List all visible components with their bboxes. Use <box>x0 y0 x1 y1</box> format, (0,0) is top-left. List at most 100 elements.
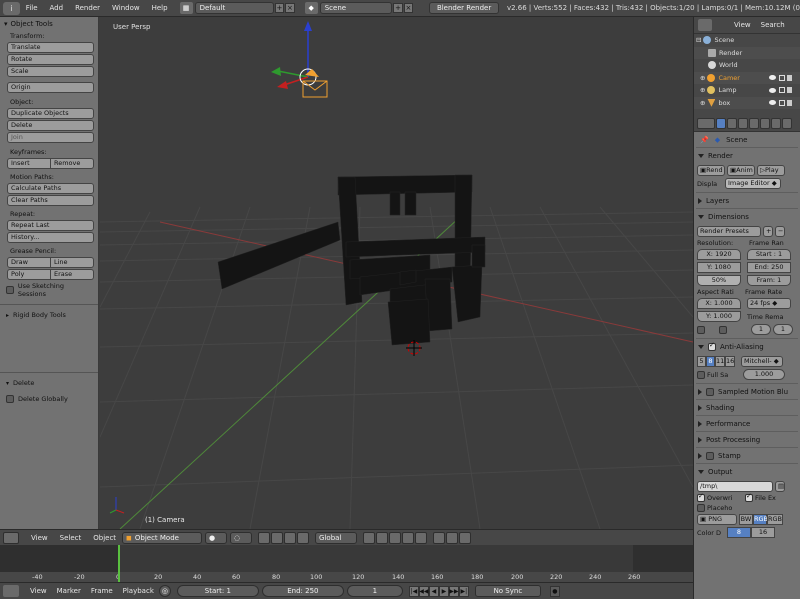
snap-element-icon[interactable] <box>446 531 459 544</box>
keyframe-type-icon[interactable]: ◎ <box>158 585 171 597</box>
placeholders-checkbox[interactable] <box>697 504 705 512</box>
menu-render[interactable]: Render <box>75 4 100 12</box>
outliner-row-camera[interactable]: ⊕ Camer <box>694 71 800 84</box>
editor-type-outliner-icon[interactable] <box>698 19 712 31</box>
outliner-view-menu[interactable]: View <box>734 21 751 29</box>
outliner-row-box[interactable]: ⊕ box <box>694 96 800 109</box>
stamp-checkbox[interactable] <box>706 451 714 460</box>
layer-5-button[interactable] <box>415 531 428 544</box>
bw-option[interactable]: BW <box>739 514 753 525</box>
overwrite-checkbox[interactable] <box>697 492 705 502</box>
screen-layout-icon[interactable]: ▦ <box>179 2 193 14</box>
color-depth-selector[interactable]: 8 16 <box>727 527 775 538</box>
use-sketching-checkbox[interactable]: Use Sketching Sessions <box>6 282 92 298</box>
file-extensions-checkbox[interactable] <box>745 492 753 502</box>
add-layout-icon[interactable]: + <box>274 3 285 13</box>
pivot-dropdown[interactable]: ◌ <box>230 531 253 544</box>
aa-16-option[interactable]: 16 <box>725 356 735 367</box>
frame-end-field[interactable]: End: 250 <box>747 262 791 273</box>
duplicate-objects-button[interactable]: Duplicate Objects <box>7 108 94 119</box>
resolution-y-field[interactable]: Y: 1080 <box>697 262 741 273</box>
sampled-motion-blur-panel-header[interactable]: Sampled Motion Blu <box>694 384 800 399</box>
object-tab-icon[interactable] <box>749 117 759 129</box>
frame-start-field[interactable]: Start : 1 <box>747 249 791 260</box>
visibility-eye-icon[interactable] <box>769 100 776 106</box>
render-camera-icon[interactable] <box>787 99 792 106</box>
render-animation-button[interactable]: ▣Anim <box>727 165 755 176</box>
origin-button[interactable]: Origin <box>7 82 94 93</box>
timeline-area[interactable]: -40 -20 0 20 40 60 80 100 120 140 160 18… <box>0 545 800 582</box>
layout-field[interactable]: Default <box>194 2 274 14</box>
data-tab-icon[interactable] <box>782 117 792 129</box>
repeat-last-button[interactable]: Repeat Last <box>7 220 94 231</box>
add-preset-button[interactable]: + <box>763 226 773 237</box>
delete-globally-checkbox[interactable]: Delete Globally <box>6 395 92 403</box>
outliner-row-world[interactable]: World <box>694 59 800 72</box>
erase-button[interactable]: Erase <box>51 269 94 280</box>
aa-5-option[interactable]: 5 <box>697 356 706 367</box>
stamp-panel-header[interactable]: Stamp <box>694 448 800 463</box>
draw-button[interactable]: Draw <box>7 257 51 268</box>
translate-button[interactable]: Translate <box>7 42 94 53</box>
select-menu[interactable]: Select <box>60 534 82 542</box>
select-arrow-icon[interactable] <box>779 87 785 94</box>
frame-rate-dropdown[interactable]: 24 fps ◆ <box>747 298 791 309</box>
outliner-row-scene[interactable]: ⊟ Scene <box>694 34 800 47</box>
viewport-scene[interactable] <box>100 17 693 529</box>
join-button[interactable]: Join <box>7 132 94 143</box>
jump-end-icon[interactable]: ▶| <box>458 585 469 597</box>
editor-type-3d-icon[interactable] <box>3 531 19 544</box>
select-arrow-icon[interactable] <box>779 74 785 81</box>
playback-menu[interactable]: Playback <box>123 587 154 595</box>
orientation-dropdown[interactable]: Global <box>315 531 358 544</box>
scene-field[interactable]: Scene <box>319 2 393 14</box>
scene-icon[interactable]: ◆ <box>304 2 318 14</box>
scale-manip-icon[interactable] <box>297 531 310 544</box>
frame-menu[interactable]: Frame <box>91 587 113 595</box>
editor-type-icon[interactable]: i <box>3 1 20 15</box>
layer-1-button[interactable] <box>363 531 376 544</box>
mode-dropdown[interactable]: ◼ Object Mode <box>122 531 203 544</box>
menu-file[interactable]: File <box>26 4 38 12</box>
aspect-y-field[interactable]: Y: 1.000 <box>697 311 741 322</box>
line-button[interactable]: Line <box>51 257 94 268</box>
view-menu[interactable]: View <box>31 534 48 542</box>
remove-layout-icon[interactable]: × <box>285 3 295 13</box>
3d-viewport[interactable]: User Persp (1) Camera <box>100 17 693 529</box>
aa-11-option[interactable]: 11 <box>715 356 725 367</box>
time-old-field[interactable]: 1 <box>751 324 771 335</box>
scene-tab-icon[interactable] <box>727 117 737 129</box>
play-reverse-icon[interactable]: ◀ <box>428 585 439 597</box>
display-dropdown[interactable]: Image Editor ◆ <box>725 178 781 189</box>
rotate-button[interactable]: Rotate <box>7 54 94 65</box>
render-panel-header[interactable]: Render <box>694 148 800 163</box>
snap-icon[interactable] <box>433 531 446 544</box>
render-camera-icon[interactable] <box>787 87 792 94</box>
layer-3-button[interactable] <box>389 531 402 544</box>
prev-keyframe-icon[interactable]: ◀◀ <box>418 585 429 597</box>
menu-window[interactable]: Window <box>112 4 140 12</box>
resolution-percentage-slider[interactable]: 50% <box>697 275 741 286</box>
object-menu[interactable]: Object <box>93 534 116 542</box>
sync-dropdown[interactable]: No Sync <box>474 585 541 597</box>
time-new-field[interactable]: 1 <box>773 324 793 335</box>
motion-blur-checkbox[interactable] <box>706 387 714 396</box>
layer-2-button[interactable] <box>376 531 389 544</box>
frame-step-field[interactable]: Fram: 1 <box>747 275 791 286</box>
remove-scene-icon[interactable]: × <box>403 3 414 13</box>
remove-preset-button[interactable]: − <box>775 226 785 237</box>
menu-add[interactable]: Add <box>50 4 64 12</box>
editor-type-properties-icon[interactable] <box>697 117 715 129</box>
jump-start-icon[interactable]: |◀ <box>408 585 419 597</box>
file-format-dropdown[interactable]: ▣ PNG <box>697 514 737 525</box>
play-icon[interactable]: ▶ <box>438 585 449 597</box>
post-processing-panel-header[interactable]: Post Processing <box>694 432 800 447</box>
poly-button[interactable]: Poly <box>7 269 51 280</box>
end-frame-field[interactable]: End: 250 <box>261 585 344 597</box>
pin-icon[interactable]: 📌 <box>700 136 709 144</box>
constraints-tab-icon[interactable] <box>760 117 770 129</box>
folder-browse-icon[interactable]: ▤ <box>775 481 785 492</box>
color-mode-selector[interactable]: BW RGB RGB <box>739 514 783 525</box>
history-button[interactable]: History... <box>7 232 94 243</box>
viewport-shading-dropdown[interactable]: ● <box>205 531 228 544</box>
